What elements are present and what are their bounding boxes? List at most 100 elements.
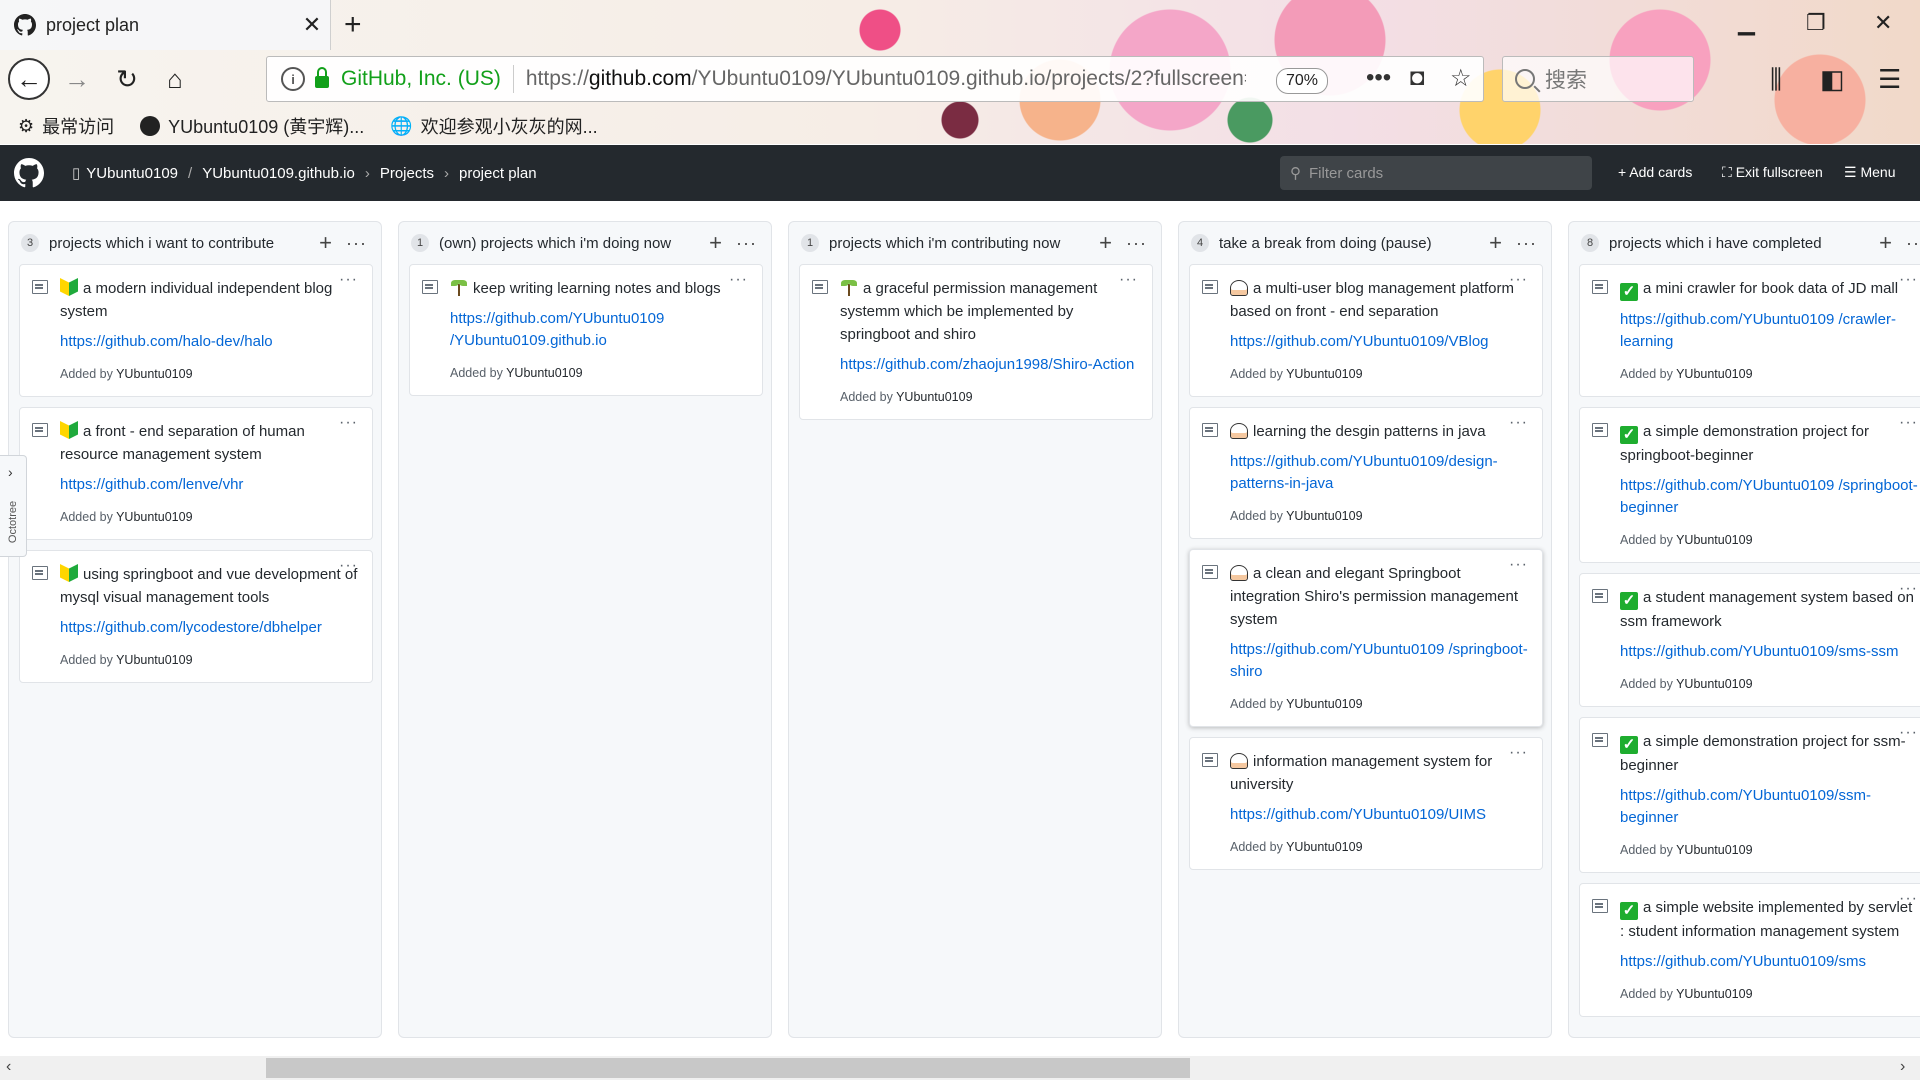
page-actions-icon[interactable]: ••• bbox=[1366, 64, 1391, 92]
site-identity[interactable]: GitHub, Inc. (US) bbox=[341, 67, 501, 91]
column-menu-icon[interactable]: ··· bbox=[1516, 233, 1537, 254]
project-card[interactable]: ✓ a simple website implemented by servlet… bbox=[1579, 883, 1920, 1017]
project-card[interactable]: information management system for univer… bbox=[1189, 737, 1543, 870]
minimize-icon[interactable]: ▁ bbox=[1738, 10, 1755, 36]
card-author[interactable]: YUbuntu0109 bbox=[1676, 533, 1752, 547]
project-card[interactable]: a multi-user blog management platform ba… bbox=[1189, 264, 1543, 397]
card-menu-icon[interactable]: ··· bbox=[339, 557, 358, 575]
github-logo-icon[interactable] bbox=[14, 158, 44, 188]
add-card-icon[interactable]: + bbox=[1879, 230, 1892, 256]
card-author[interactable]: YUbuntu0109 bbox=[506, 366, 582, 380]
new-tab-button[interactable]: + bbox=[344, 8, 362, 42]
card-menu-icon[interactable]: ··· bbox=[339, 271, 358, 289]
card-link[interactable]: https://github.com/YUbuntu0109 /YUbuntu0… bbox=[450, 308, 750, 352]
library-icon[interactable]: ⫼ bbox=[1770, 64, 1782, 96]
add-card-icon[interactable]: + bbox=[319, 230, 332, 256]
column-title[interactable]: projects which i'm contributing now bbox=[829, 235, 1099, 252]
breadcrumb-projects[interactable]: Projects bbox=[380, 165, 434, 182]
bookmark-star-icon[interactable]: ☆ bbox=[1450, 64, 1472, 93]
card-author[interactable]: YUbuntu0109 bbox=[896, 390, 972, 404]
card-link[interactable]: https://github.com/YUbuntu0109/ssm-begin… bbox=[1620, 785, 1920, 829]
card-author[interactable]: YUbuntu0109 bbox=[1676, 677, 1752, 691]
card-menu-icon[interactable]: ··· bbox=[1899, 580, 1918, 598]
project-card[interactable]: learning the desgin patterns in java http… bbox=[1189, 407, 1543, 539]
project-card[interactable]: ✓ a student management system based on ss… bbox=[1579, 573, 1920, 707]
menu-button[interactable]: ☰ Menu bbox=[1844, 164, 1895, 181]
project-card[interactable]: ✓ a mini crawler for book data of JD mall… bbox=[1579, 264, 1920, 397]
project-card[interactable]: a modern individual independent blog sys… bbox=[19, 264, 373, 397]
card-author[interactable]: YUbuntu0109 bbox=[116, 510, 192, 524]
breadcrumb-owner[interactable]: YUbuntu0109 bbox=[86, 165, 178, 182]
card-menu-icon[interactable]: ··· bbox=[1509, 744, 1528, 762]
card-author[interactable]: YUbuntu0109 bbox=[116, 367, 192, 381]
search-box[interactable]: 搜索 bbox=[1502, 56, 1694, 102]
back-button[interactable]: ← bbox=[8, 58, 50, 100]
card-link[interactable]: https://github.com/YUbuntu0109/UIMS bbox=[1230, 804, 1530, 826]
project-card[interactable]: a graceful permission management systemm… bbox=[799, 264, 1153, 420]
card-menu-icon[interactable]: ··· bbox=[1509, 556, 1528, 574]
card-link[interactable]: https://github.com/YUbuntu0109/VBlog bbox=[1230, 331, 1530, 353]
hamburger-menu-icon[interactable]: ☰ bbox=[1878, 64, 1901, 95]
card-menu-icon[interactable]: ··· bbox=[1509, 271, 1528, 289]
card-link[interactable]: https://github.com/YUbuntu0109 /springbo… bbox=[1620, 475, 1920, 519]
card-link[interactable]: https://github.com/lenve/vhr bbox=[60, 474, 360, 496]
sidebar-icon[interactable]: ◧ bbox=[1820, 64, 1845, 95]
close-window-icon[interactable]: ✕ bbox=[1874, 10, 1892, 36]
forward-button[interactable]: → bbox=[56, 58, 98, 100]
column-menu-icon[interactable]: ··· bbox=[1126, 233, 1147, 254]
bookmark-github[interactable]: YUbuntu0109 (黄宇辉)... bbox=[140, 113, 364, 139]
card-menu-icon[interactable]: ··· bbox=[1509, 414, 1528, 432]
card-link[interactable]: https://github.com/YUbuntu0109 /crawler-… bbox=[1620, 309, 1920, 353]
browser-tab[interactable]: project plan ✕ bbox=[0, 0, 331, 50]
column-menu-icon[interactable]: ··· bbox=[346, 233, 367, 254]
project-card[interactable]: ✓ a simple demonstration project for ssm-… bbox=[1579, 717, 1920, 873]
scroll-right-arrow-icon[interactable]: › bbox=[1900, 1058, 1905, 1076]
card-menu-icon[interactable]: ··· bbox=[1899, 271, 1918, 289]
card-link[interactable]: https://github.com/YUbuntu0109/sms bbox=[1620, 951, 1920, 973]
card-link[interactable]: https://github.com/YUbuntu0109/design-pa… bbox=[1230, 451, 1530, 495]
card-menu-icon[interactable]: ··· bbox=[1119, 271, 1138, 289]
project-card[interactable]: a front - end separation of human resour… bbox=[19, 407, 373, 540]
exit-fullscreen-button[interactable]: ⛶ Exit fullscreen bbox=[1722, 164, 1823, 181]
bookmark-blog[interactable]: 🌐 欢迎参观小灰灰的网... bbox=[390, 113, 597, 139]
column-title[interactable]: (own) projects which i'm doing now bbox=[439, 235, 709, 252]
card-menu-icon[interactable]: ··· bbox=[1899, 724, 1918, 742]
project-card[interactable]: ✓ a simple demonstration project for spri… bbox=[1579, 407, 1920, 563]
restore-icon[interactable]: ❐ bbox=[1806, 10, 1826, 36]
zoom-level[interactable]: 70% bbox=[1276, 68, 1328, 94]
column-menu-icon[interactable]: ··· bbox=[736, 233, 757, 254]
pocket-icon[interactable]: ◘ bbox=[1410, 64, 1425, 92]
card-menu-icon[interactable]: ··· bbox=[1899, 414, 1918, 432]
card-link[interactable]: https://github.com/lycodestore/dbhelper bbox=[60, 617, 360, 639]
add-card-icon[interactable]: + bbox=[1489, 230, 1502, 256]
card-menu-icon[interactable]: ··· bbox=[1899, 890, 1918, 908]
octotree-toggle[interactable]: › Octotree bbox=[0, 455, 27, 557]
column-title[interactable]: projects which i have completed bbox=[1609, 235, 1879, 252]
project-card[interactable]: using springboot and vue development of … bbox=[19, 550, 373, 683]
project-card[interactable]: a clean and elegant Springboot integrati… bbox=[1189, 549, 1543, 727]
close-tab-icon[interactable]: ✕ bbox=[294, 12, 330, 38]
reload-button[interactable]: ↻ bbox=[106, 58, 148, 100]
column-title[interactable]: take a break from doing (pause) bbox=[1219, 235, 1489, 252]
card-author[interactable]: YUbuntu0109 bbox=[1676, 843, 1752, 857]
breadcrumb-repo[interactable]: YUbuntu0109.github.io bbox=[202, 165, 355, 182]
card-link[interactable]: https://github.com/halo-dev/halo bbox=[60, 331, 360, 353]
card-author[interactable]: YUbuntu0109 bbox=[1286, 367, 1362, 381]
card-link[interactable]: https://github.com/YUbuntu0109 /springbo… bbox=[1230, 639, 1530, 683]
card-author[interactable]: YUbuntu0109 bbox=[116, 653, 192, 667]
card-author[interactable]: YUbuntu0109 bbox=[1676, 367, 1752, 381]
project-card[interactable]: keep writing learning notes and blogs htt… bbox=[409, 264, 763, 396]
card-menu-icon[interactable]: ··· bbox=[339, 414, 358, 432]
add-card-icon[interactable]: + bbox=[709, 230, 722, 256]
url-text[interactable]: https://github.com/YUbuntu0109/YUbuntu01… bbox=[526, 67, 1246, 91]
card-link[interactable]: https://github.com/zhaojun1998/Shiro-Act… bbox=[840, 354, 1140, 376]
info-icon[interactable]: i bbox=[281, 67, 305, 91]
add-card-icon[interactable]: + bbox=[1099, 230, 1112, 256]
card-menu-icon[interactable]: ··· bbox=[729, 271, 748, 289]
card-author[interactable]: YUbuntu0109 bbox=[1286, 840, 1362, 854]
bookmark-most-visited[interactable]: ⚙ 最常访问 bbox=[18, 113, 114, 139]
scroll-left-arrow-icon[interactable]: ‹ bbox=[6, 1058, 11, 1076]
home-button[interactable]: ⌂ bbox=[154, 58, 196, 100]
scrollbar-thumb[interactable] bbox=[266, 1058, 1190, 1078]
card-author[interactable]: YUbuntu0109 bbox=[1286, 697, 1362, 711]
